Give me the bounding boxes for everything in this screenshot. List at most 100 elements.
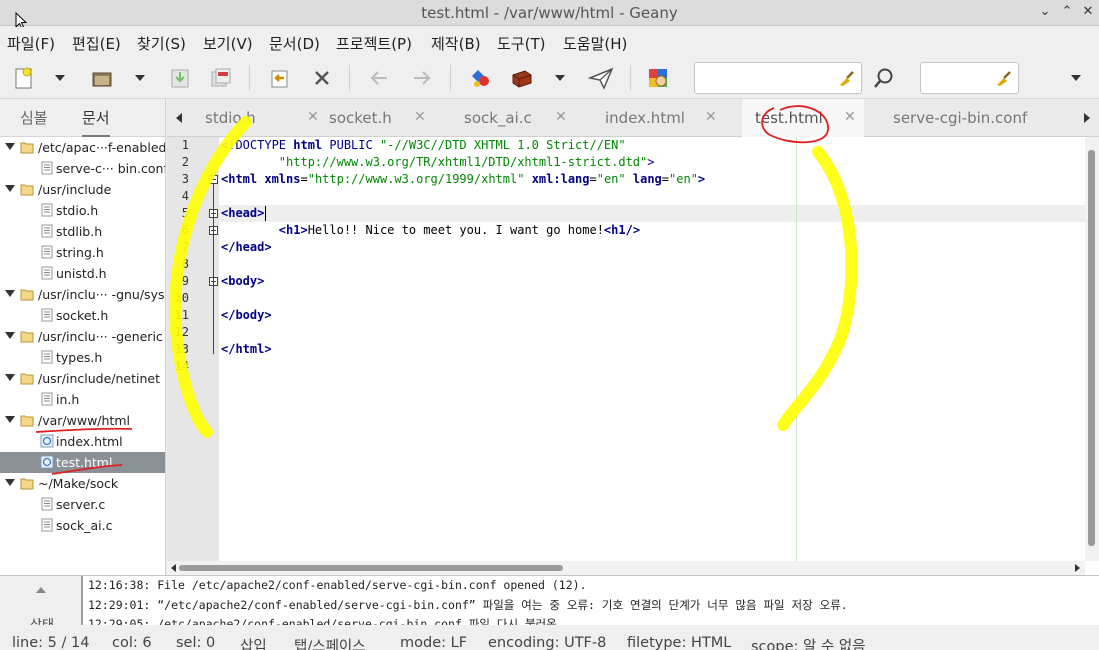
vertical-scroll-thumb[interactable] [1088,150,1095,546]
build-icon[interactable] [508,64,536,92]
tree-item-label: socket.h [56,308,109,323]
expander-icon[interactable] [4,289,16,299]
tab-serve-cgi-bin-conf[interactable]: serve-cgi-bin.conf [881,99,1071,137]
navigate-back-icon[interactable] [365,64,393,92]
expander-icon[interactable] [4,415,16,425]
tree-item-label: ~/Make/sock [38,476,119,491]
folder-icon [20,331,34,343]
expander-icon[interactable] [4,478,16,488]
new-file-icon[interactable] [10,64,38,92]
sidebar-tabs: 심볼 문서 [0,99,165,137]
line-number: 4 [181,189,189,203]
tree-file[interactable]: unistd.h [0,263,165,284]
scroll-up-icon[interactable] [35,586,47,594]
scroll-right-icon[interactable] [1075,564,1081,572]
vertical-scrollbar[interactable] [1085,137,1099,561]
tree-file[interactable]: socket.h [0,305,165,326]
fold-marker-icon[interactable] [209,175,218,184]
build-dropdown-icon[interactable] [548,64,572,92]
search-input[interactable] [694,62,862,94]
menu-search[interactable]: 찾기(S) [137,33,186,54]
code-line: </body> [221,307,272,324]
tree-file[interactable]: stdlib.h [0,221,165,242]
tree-file[interactable]: stdio.h [0,200,165,221]
close-file-icon[interactable] [308,64,336,92]
menu-view[interactable]: 보기(V) [203,33,253,54]
save-all-icon[interactable] [207,64,235,92]
menu-build[interactable]: 제작(B) [431,33,481,54]
horizontal-scroll-thumb[interactable] [179,565,563,571]
tree-file[interactable]: string.h [0,242,165,263]
expander-icon[interactable] [4,373,16,383]
close-tab-icon[interactable]: ✕ [555,109,567,125]
tree-folder[interactable]: /usr/include/netinet [0,368,165,389]
tab-symbols[interactable]: 심볼 [20,107,48,128]
goto-line-input[interactable] [920,62,1019,94]
maximize-icon[interactable]: ⌃ [1058,3,1076,21]
tree-folder[interactable]: ~/Make/sock [0,473,165,494]
tree-file[interactable]: index.html [0,431,165,452]
compile-icon[interactable] [466,64,494,92]
tree-folder[interactable]: /usr/include [0,179,165,200]
menu-project[interactable]: 프로젝트(P) [336,33,412,54]
tabs-scroll-right-icon[interactable] [1083,112,1091,124]
tree-file[interactable]: in.h [0,389,165,410]
tree-folder[interactable]: /usr/inclu··· -gnu/sys [0,284,165,305]
tree-file[interactable]: sock_ai.c [0,515,165,536]
close-tab-icon[interactable]: ✕ [705,109,717,125]
horizontal-scrollbar[interactable] [167,561,1085,575]
line-number: 5 [181,206,189,220]
line-number-gutter: 1 2 3 4 5 6 7 8 9 10 11 12 13 14 [167,137,219,561]
revert-icon[interactable] [265,64,293,92]
open-recent-dropdown-icon[interactable] [128,64,152,92]
toolbar-overflow-icon[interactable] [1064,64,1088,92]
expander-icon[interactable] [4,142,16,152]
open-file-icon[interactable] [88,64,116,92]
scroll-left-icon[interactable] [171,564,177,572]
text-caret [265,206,266,221]
code-token: = [300,172,308,186]
text-file-icon [41,497,53,511]
expander-icon[interactable] [4,184,16,194]
tab-socket-h[interactable]: socket.h ✕ [317,99,462,137]
code-token: Hello!! Nice to meet you. I want go home… [307,223,604,237]
menu-tools[interactable]: 도구(T) [497,33,545,54]
tab-index-html[interactable]: index.html ✕ [593,99,741,137]
tree-folder[interactable]: /etc/apac···f-enabled [0,137,165,158]
folder-icon [20,142,34,154]
new-file-dropdown-icon[interactable] [48,64,72,92]
tree-file[interactable]: test.html [0,452,165,473]
chevron-down-icon[interactable]: ⌄ [1036,3,1054,21]
menu-edit[interactable]: 편집(E) [72,33,121,54]
code-token: <!DOCTYPE [221,138,294,152]
tree-file[interactable]: serve-c··· bin.conf [0,158,165,179]
color-chooser-icon[interactable] [644,64,672,92]
menu-file[interactable]: 파일(F) [7,33,55,54]
tree-folder[interactable]: /usr/inclu··· -generic [0,326,165,347]
code-token: </head> [221,240,272,254]
tree-item-label: test.html [56,455,113,470]
line-number: 11 [174,308,189,322]
close-tab-icon[interactable]: ✕ [414,109,426,125]
tabs-scroll-left-icon[interactable] [175,112,183,124]
expander-icon[interactable] [4,331,16,341]
clear-goto-icon[interactable] [994,69,1012,87]
tree-folder[interactable]: /var/www/html [0,410,165,431]
tab-documents[interactable]: 문서 [82,107,110,137]
code-token: "-//W3C//DTD XHTML 1.0 Strict//EN" [379,138,626,152]
tab-sock-ai-c[interactable]: sock_ai.c ✕ [452,99,597,137]
code-editor[interactable]: <!DOCTYPE html PUBLIC "-//W3C//DTD XHTML… [219,137,1085,561]
tree-file[interactable]: types.h [0,347,165,368]
menu-help[interactable]: 도움말(H) [563,33,627,54]
search-icon[interactable] [870,64,898,92]
clear-search-icon[interactable] [837,69,855,87]
navigate-forward-icon[interactable] [408,64,436,92]
menu-document[interactable]: 문서(D) [269,33,320,54]
execute-icon[interactable] [587,64,615,92]
tab-test-html[interactable]: test.html ✕ [742,99,864,137]
tree-item-label: serve-c··· bin.conf [56,161,165,176]
tree-file[interactable]: server.c [0,494,165,515]
close-icon[interactable]: ✕ [1079,3,1097,21]
save-icon[interactable] [166,64,194,92]
close-tab-icon[interactable]: ✕ [844,109,856,125]
